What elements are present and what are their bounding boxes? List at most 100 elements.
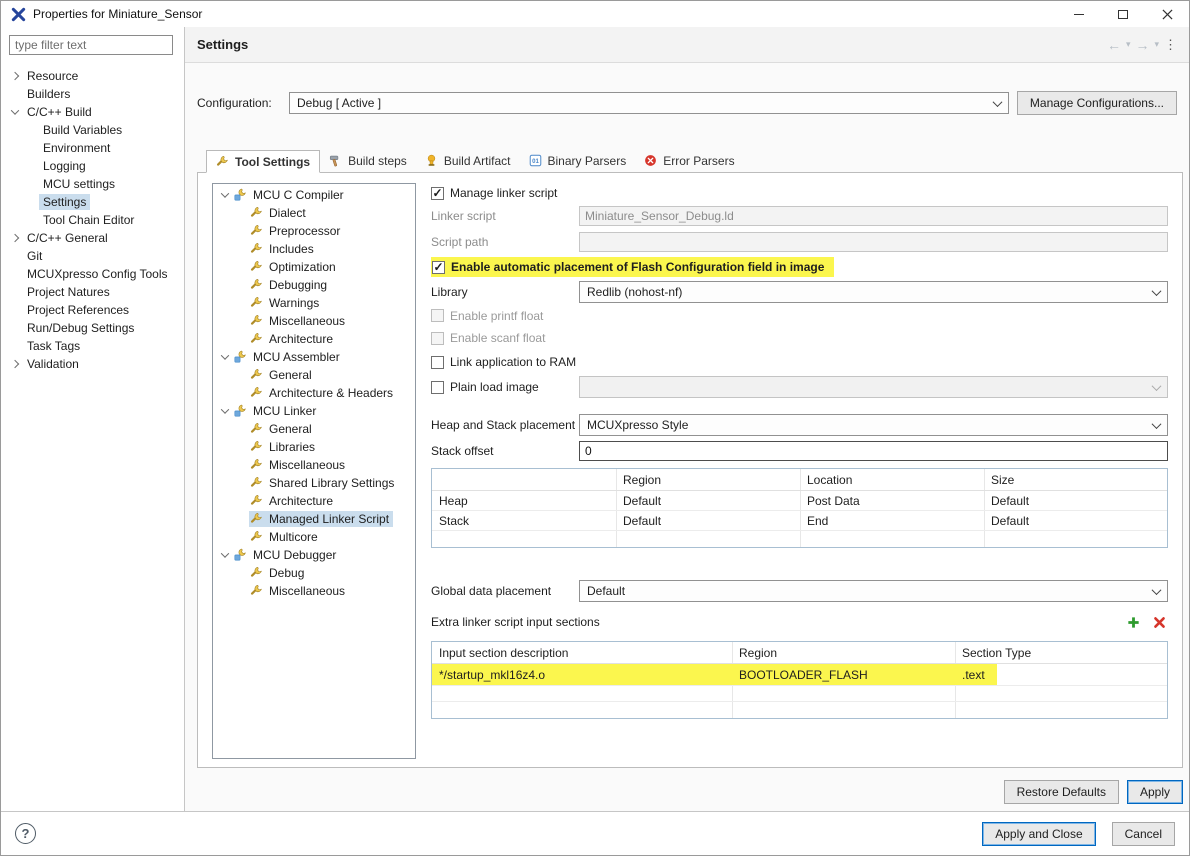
sidebar-item-git[interactable]: Git: [1, 247, 184, 265]
chevron-down-icon[interactable]: [217, 351, 233, 360]
tool-item-miscellaneous[interactable]: Miscellaneous: [213, 456, 415, 474]
extra-sections-title: Extra linker script input sections: [431, 615, 600, 629]
extra-empty-row[interactable]: [432, 686, 1167, 702]
link-ram-checkbox[interactable]: [431, 355, 444, 369]
tool-item-wrap: Preprocessor: [249, 223, 344, 239]
chevron-right-icon[interactable]: [7, 359, 23, 369]
tab-build-artifact[interactable]: Build Artifact: [416, 149, 520, 172]
chevron-down-icon: [1151, 285, 1162, 296]
tool-item-label: MCU Assembler: [253, 350, 340, 364]
sidebar-item-c-c-build[interactable]: C/C++ Build: [1, 103, 184, 121]
chevron-right-icon[interactable]: [7, 71, 23, 81]
chevron-down-icon[interactable]: [217, 189, 233, 198]
sidebar-item-mcu-settings[interactable]: MCU settings: [1, 175, 184, 193]
extra-table-body: */startup_mkl16z4.o BOOTLOADER_FLASH .text: [432, 664, 1167, 714]
restore-defaults-button[interactable]: Restore Defaults: [1003, 780, 1119, 804]
tool-item-shared-library-settings[interactable]: Shared Library Settings: [213, 474, 415, 492]
sidebar-item-mcuxpresso-config-tools[interactable]: MCUXpresso Config Tools: [1, 265, 184, 283]
remove-icon[interactable]: [1150, 614, 1168, 630]
filter-input[interactable]: [9, 35, 173, 55]
cancel-button[interactable]: Cancel: [1111, 821, 1175, 846]
tab-label: Build steps: [348, 153, 407, 168]
tool-item-general[interactable]: General: [213, 366, 415, 384]
maximize-button[interactable]: [1101, 1, 1145, 27]
tool-item-includes[interactable]: Includes: [213, 240, 415, 258]
minimize-button[interactable]: [1057, 1, 1101, 27]
tool-item-debugging[interactable]: Debugging: [213, 276, 415, 294]
sidebar-item-c-c-general[interactable]: C/C++ General: [1, 229, 184, 247]
tool-item-mcu-c-compiler[interactable]: MCU C Compiler: [213, 186, 415, 204]
sidebar-item-validation[interactable]: Validation: [1, 355, 184, 373]
global-data-select[interactable]: Default: [579, 580, 1168, 602]
apply-and-close-button[interactable]: Apply and Close: [982, 821, 1096, 846]
tool-item-libraries[interactable]: Libraries: [213, 438, 415, 456]
apply-button[interactable]: Apply: [1126, 780, 1183, 804]
chevron-down-icon[interactable]: [217, 405, 233, 414]
tool-item-label: Includes: [269, 242, 314, 256]
manage-linker-script-checkbox[interactable]: [431, 186, 444, 200]
heap-table-row[interactable]: Heap Default Post Data Default: [432, 491, 1167, 511]
add-icon[interactable]: [1124, 614, 1142, 630]
sidebar-item-settings[interactable]: Settings: [1, 193, 184, 211]
tool-item-debug[interactable]: Debug: [213, 564, 415, 582]
tab-build-steps[interactable]: Build steps: [320, 149, 416, 172]
tool-item-managed-linker-script[interactable]: Managed Linker Script: [213, 510, 415, 528]
heap-cell-name: Stack: [439, 513, 470, 528]
help-button[interactable]: ?: [15, 823, 36, 844]
tool-item-optimization[interactable]: Optimization: [213, 258, 415, 276]
tool-item-general[interactable]: General: [213, 420, 415, 438]
tool-item-architecture[interactable]: Architecture: [213, 492, 415, 510]
close-button[interactable]: [1145, 1, 1189, 27]
sidebar-item-builders[interactable]: Builders: [1, 85, 184, 103]
forward-menu-icon[interactable]: ▾: [1154, 40, 1159, 49]
tab-tool-settings[interactable]: Tool Settings: [206, 150, 321, 173]
tool-item-architecture[interactable]: Architecture: [213, 330, 415, 348]
tool-item-preprocessor[interactable]: Preprocessor: [213, 222, 415, 240]
sidebar-item-run-debug-settings[interactable]: Run/Debug Settings: [1, 319, 184, 337]
tool-item-miscellaneous[interactable]: Miscellaneous: [213, 582, 415, 600]
tab-binary-parsers[interactable]: 01 Binary Parsers: [520, 149, 636, 172]
flash-config-checkbox[interactable]: [432, 260, 445, 274]
tool-item-dialect[interactable]: Dialect: [213, 204, 415, 222]
tool-item-mcu-assembler[interactable]: MCU Assembler: [213, 348, 415, 366]
sidebar-item-label: Settings: [39, 194, 91, 210]
tool-item-warnings[interactable]: Warnings: [213, 294, 415, 312]
footer-bar: ? Apply and Close Cancel: [1, 811, 1189, 855]
extra-column-header: Section Type: [962, 645, 1032, 660]
heap-table-row[interactable]: Stack Default End Default: [432, 511, 1167, 531]
configuration-select[interactable]: Debug [ Active ]: [289, 92, 1009, 114]
tool-item-mcu-linker[interactable]: MCU Linker: [213, 402, 415, 420]
tab-error-parsers[interactable]: Error Parsers: [635, 149, 743, 172]
extra-empty-row[interactable]: [432, 702, 1167, 714]
sidebar-item-resource[interactable]: Resource: [1, 67, 184, 85]
heap-stack-select[interactable]: MCUXpresso Style: [579, 414, 1168, 436]
sidebar-item-label: Tool Chain Editor: [43, 213, 135, 227]
sidebar-item-environment[interactable]: Environment: [1, 139, 184, 157]
back-menu-icon[interactable]: ▾: [1126, 40, 1131, 49]
forward-icon[interactable]: →: [1135, 38, 1149, 52]
plain-load-row: Plain load image: [431, 374, 1168, 400]
back-icon[interactable]: ←: [1107, 38, 1121, 52]
chevron-right-icon[interactable]: [7, 233, 23, 243]
heap-stack-label: Heap and Stack placement: [431, 418, 576, 432]
sidebar-item-label: MCU settings: [43, 177, 116, 191]
tool-item-miscellaneous[interactable]: Miscellaneous: [213, 312, 415, 330]
tool-item-mcu-debugger[interactable]: MCU Debugger: [213, 546, 415, 564]
view-menu-icon[interactable]: ⋮: [1164, 38, 1177, 51]
library-select[interactable]: Redlib (nohost-nf): [579, 281, 1168, 303]
sidebar-item-project-references[interactable]: Project References: [1, 301, 184, 319]
chevron-down-icon[interactable]: [217, 549, 233, 558]
sidebar-item-logging[interactable]: Logging: [1, 157, 184, 175]
sidebar-item-task-tags[interactable]: Task Tags: [1, 337, 184, 355]
stack-offset-input[interactable]: [579, 441, 1168, 461]
tool-item-multicore[interactable]: Multicore: [213, 528, 415, 546]
manage-configurations-button[interactable]: Manage Configurations...: [1016, 91, 1177, 115]
sidebar-item-project-natures[interactable]: Project Natures: [1, 283, 184, 301]
tool-item-architecture-headers[interactable]: Architecture & Headers: [213, 384, 415, 402]
extra-table-header: Input section description Region Section T…: [432, 642, 1167, 664]
sidebar-item-tool-chain-editor[interactable]: Tool Chain Editor: [1, 211, 184, 229]
sidebar-item-build-variables[interactable]: Build Variables: [1, 121, 184, 139]
extra-section-row[interactable]: */startup_mkl16z4.o BOOTLOADER_FLASH .text: [432, 664, 1167, 686]
plain-load-checkbox[interactable]: [431, 380, 444, 394]
chevron-down-icon[interactable]: [7, 106, 23, 115]
